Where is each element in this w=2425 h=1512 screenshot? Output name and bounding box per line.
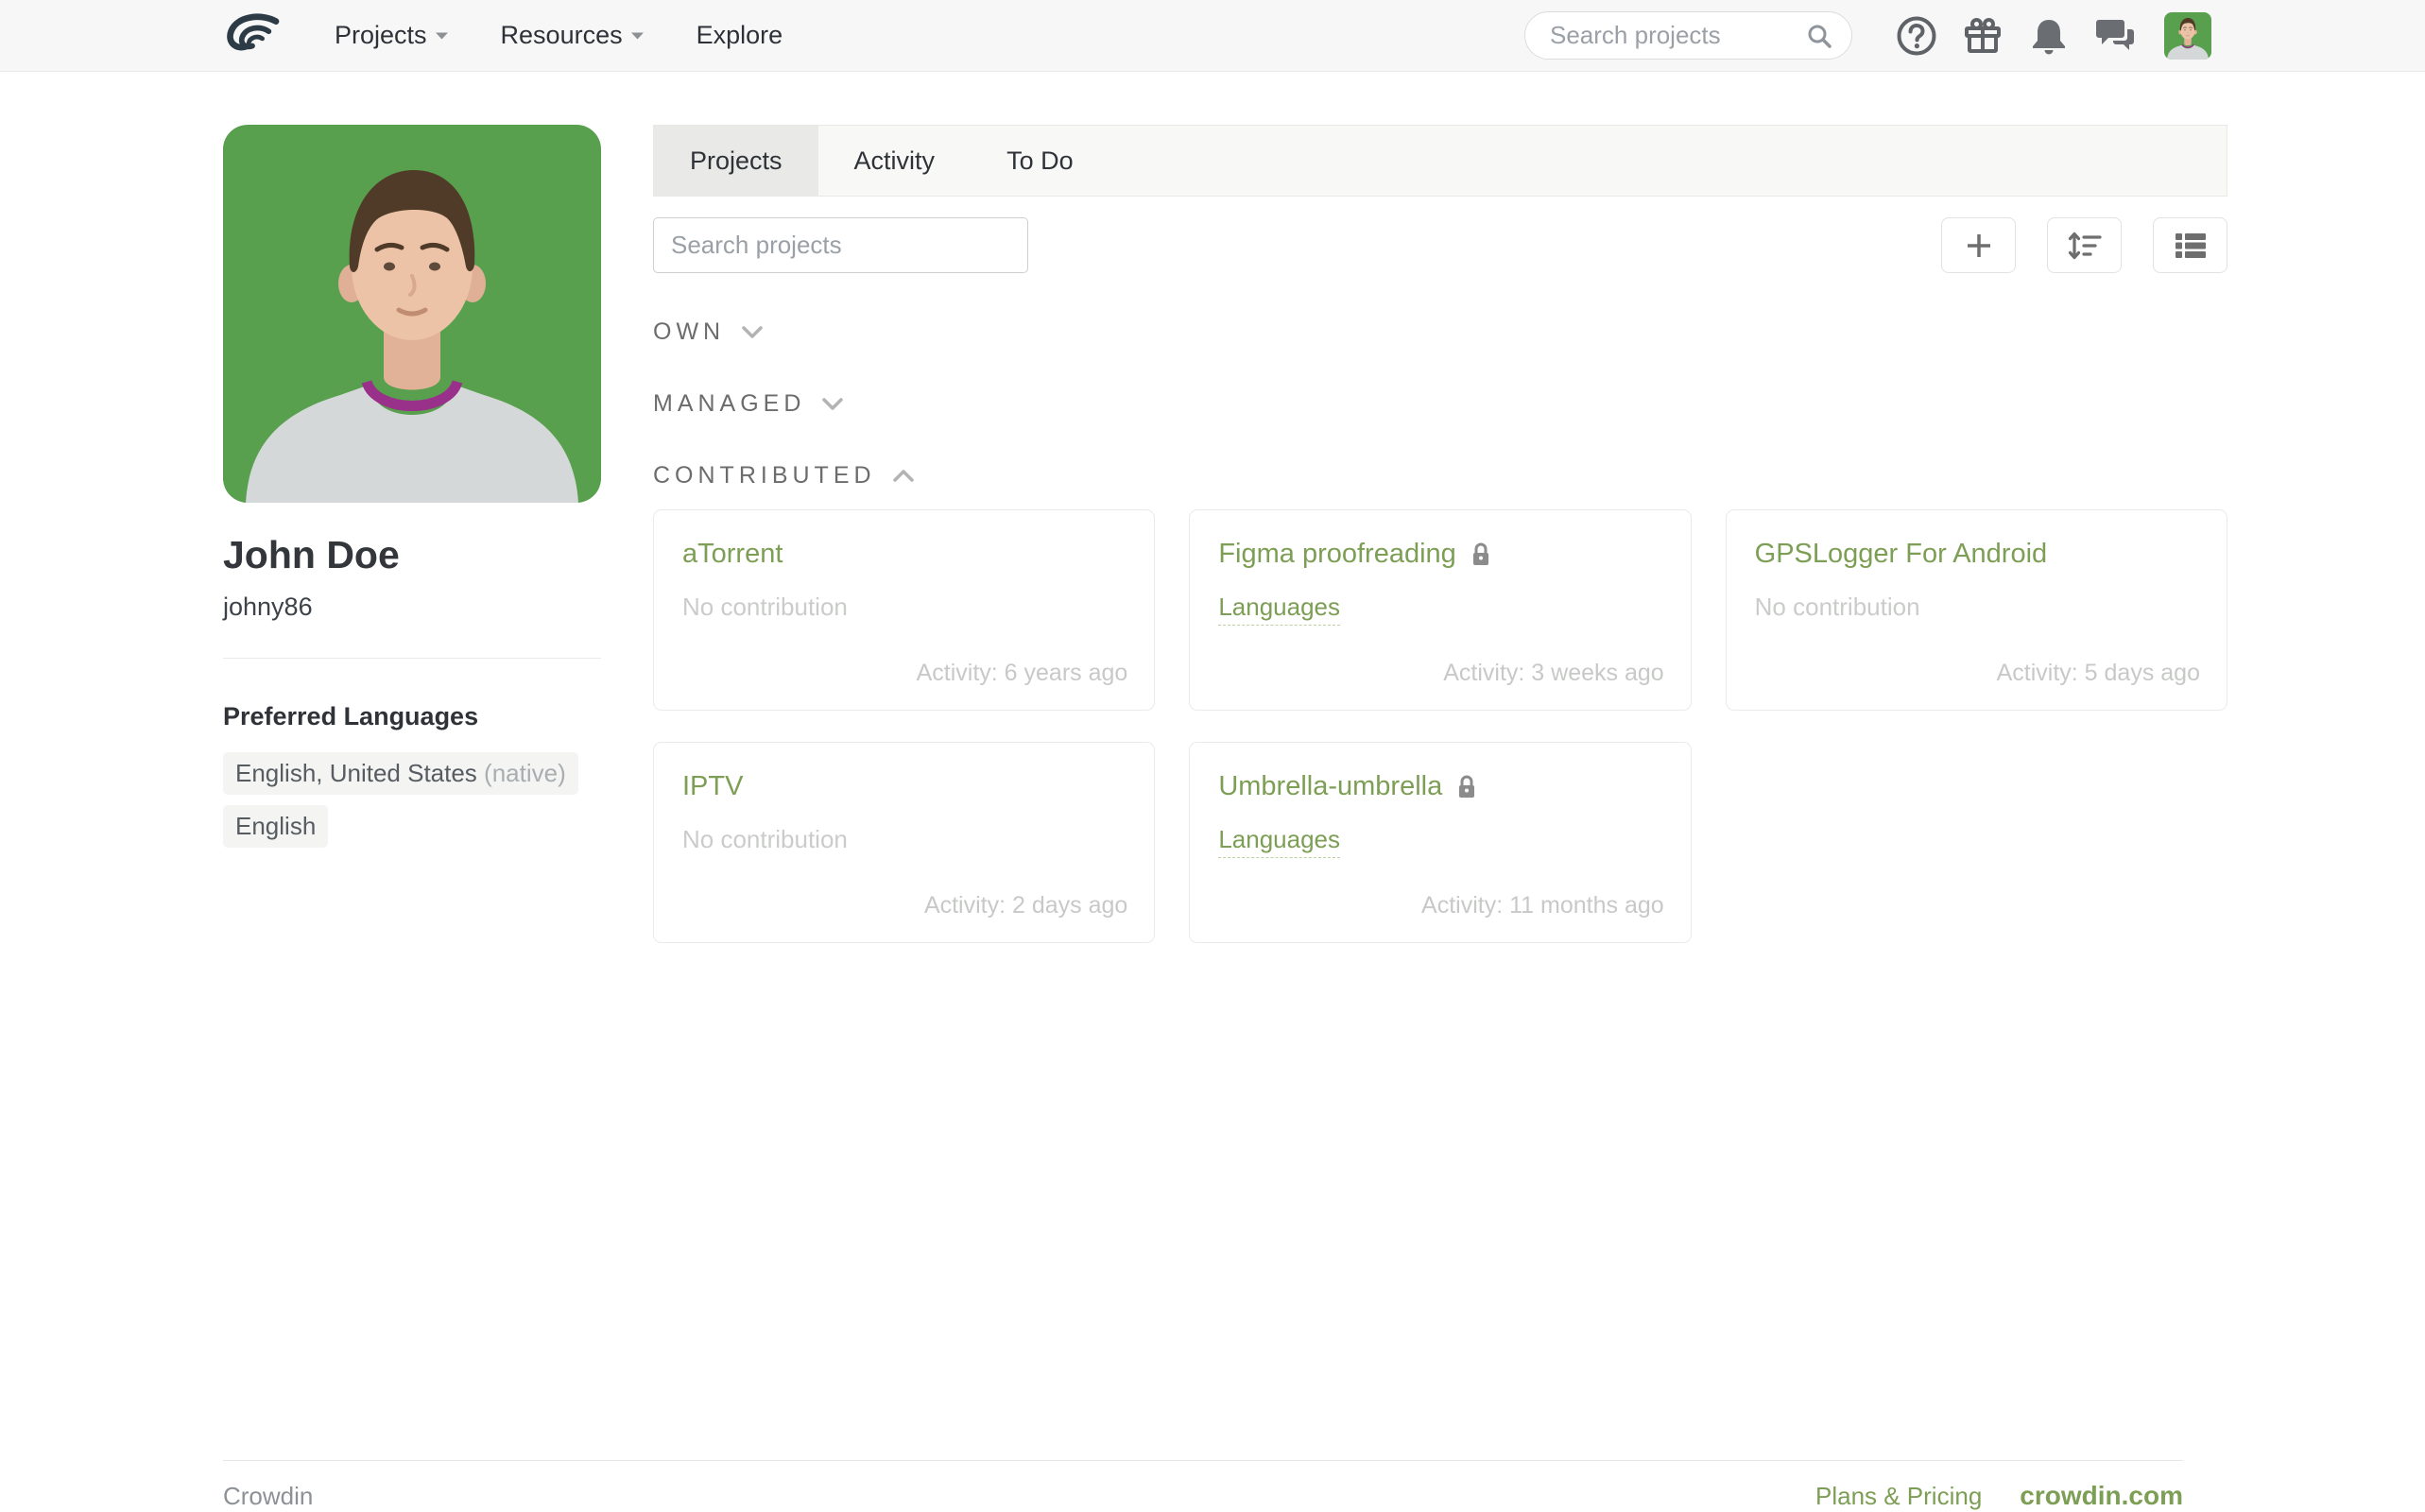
language-name: English, United States: [235, 759, 477, 787]
sort-icon: [2068, 232, 2102, 259]
profile-tabs: Projects Activity To Do: [653, 125, 2227, 197]
projects-search-input[interactable]: [653, 217, 1028, 273]
project-link[interactable]: Figma proofreading: [1218, 539, 1455, 570]
caret-down-icon: [435, 32, 448, 39]
project-card: aTorrent No contribution Activity: 6 yea…: [653, 509, 1156, 711]
lock-icon: [1472, 542, 1488, 565]
help-icon[interactable]: [1890, 9, 1943, 62]
page-body: John Doe johny86 Preferred Languages Eng…: [0, 72, 2425, 1460]
contributed-projects-grid: aTorrent No contribution Activity: 6 yea…: [653, 509, 2227, 943]
language-name: English: [235, 812, 317, 840]
caret-down-icon: [630, 32, 644, 39]
list-view-icon: [2175, 232, 2206, 258]
project-card: Umbrella-umbrella Languages Activity: 11…: [1189, 742, 1692, 943]
project-activity: Activity: 2 days ago: [923, 892, 1128, 919]
language-badges: English, United States (native) English: [223, 752, 601, 848]
footer-brand-text: Crowdin: [223, 1482, 314, 1510]
project-activity: Activity: 5 days ago: [1996, 660, 2200, 686]
sort-button[interactable]: [2047, 217, 2122, 273]
project-card: Figma proofreading Languages Activity: 3…: [1189, 509, 1692, 711]
menu-resources-label: Resources: [500, 21, 623, 49]
top-navbar: Projects Resources Explore: [0, 0, 2425, 72]
preferred-languages-title: Preferred Languages: [223, 702, 479, 730]
project-activity: Activity: 11 months ago: [1421, 892, 1664, 919]
project-activity: Activity: 6 years ago: [916, 660, 1128, 686]
search-icon[interactable]: [1805, 22, 1833, 50]
tab-todo[interactable]: To Do: [971, 126, 1109, 196]
menu-explore-label: Explore: [696, 21, 783, 49]
project-link[interactable]: Umbrella-umbrella: [1218, 771, 1442, 802]
profile-photo: [223, 125, 601, 503]
plans-pricing-link[interactable]: Plans & Pricing: [1815, 1482, 1982, 1511]
section-contributed[interactable]: CONTRIBUTED: [653, 456, 914, 494]
crowdin-logo-icon[interactable]: [223, 12, 282, 60]
sidebar-divider: [223, 658, 601, 659]
project-languages-link[interactable]: Languages: [1218, 825, 1341, 858]
menu-projects-label: Projects: [335, 21, 427, 49]
gift-icon[interactable]: [1956, 9, 2009, 62]
plus-icon: [1967, 233, 1990, 257]
project-link[interactable]: GPSLogger For Android: [1755, 539, 2048, 570]
chevron-down-icon: [822, 397, 844, 410]
section-contributed-label: CONTRIBUTED: [653, 461, 876, 489]
footer-links: Plans & Pricing crowdin.com: [1815, 1481, 2183, 1511]
messages-icon[interactable]: [2089, 9, 2141, 62]
project-activity: Activity: 3 weeks ago: [1443, 660, 1664, 686]
project-link[interactable]: aTorrent: [682, 539, 783, 570]
project-link[interactable]: IPTV: [682, 771, 743, 802]
project-contribution: No contribution: [1754, 593, 1920, 621]
chevron-up-icon: [892, 469, 914, 482]
section-own-label: OWN: [653, 318, 726, 345]
add-project-button[interactable]: [1941, 217, 2016, 273]
language-badge: English: [223, 805, 329, 848]
section-managed-label: MANAGED: [653, 389, 806, 417]
user-avatar[interactable]: [2164, 12, 2211, 60]
menu-resources[interactable]: Resources: [501, 21, 644, 50]
projects-toolbar: [653, 217, 2227, 273]
toolbar-buttons: [1941, 217, 2227, 273]
crowdin-com-link[interactable]: crowdin.com: [2020, 1481, 2183, 1511]
profile-username: johny86: [223, 593, 313, 621]
project-languages-link[interactable]: Languages: [1218, 593, 1341, 626]
section-own[interactable]: OWN: [653, 313, 763, 351]
section-managed[interactable]: MANAGED: [653, 385, 844, 422]
chevron-down-icon: [742, 325, 763, 338]
page-footer: Crowdin Plans & Pricing crowdin.com: [223, 1460, 2183, 1512]
lock-icon: [1459, 775, 1475, 798]
global-search-input[interactable]: [1550, 21, 1805, 50]
global-search: [1524, 11, 1852, 60]
profile-sidebar: John Doe johny86 Preferred Languages Eng…: [223, 125, 601, 848]
project-card: GPSLogger For Android No contribution Ac…: [1725, 509, 2227, 711]
language-native-note: (native): [484, 759, 566, 787]
list-view-button[interactable]: [2153, 217, 2227, 273]
menu-projects[interactable]: Projects: [335, 21, 448, 50]
main-menu: Projects Resources Explore: [335, 21, 783, 50]
project-contribution: No contribution: [682, 825, 848, 853]
project-card: IPTV No contribution Activity: 2 days ag…: [653, 742, 1156, 943]
navbar-right: [1524, 9, 2211, 62]
project-contribution: No contribution: [682, 593, 848, 621]
profile-name: John Doe: [223, 533, 400, 576]
menu-explore[interactable]: Explore: [697, 21, 783, 50]
language-badge: English, United States (native): [223, 752, 578, 795]
notifications-icon[interactable]: [2022, 9, 2075, 62]
main-content: Projects Activity To Do Search projects …: [653, 125, 2227, 943]
tab-projects[interactable]: Projects: [654, 126, 818, 196]
tab-activity[interactable]: Activity: [818, 126, 972, 196]
